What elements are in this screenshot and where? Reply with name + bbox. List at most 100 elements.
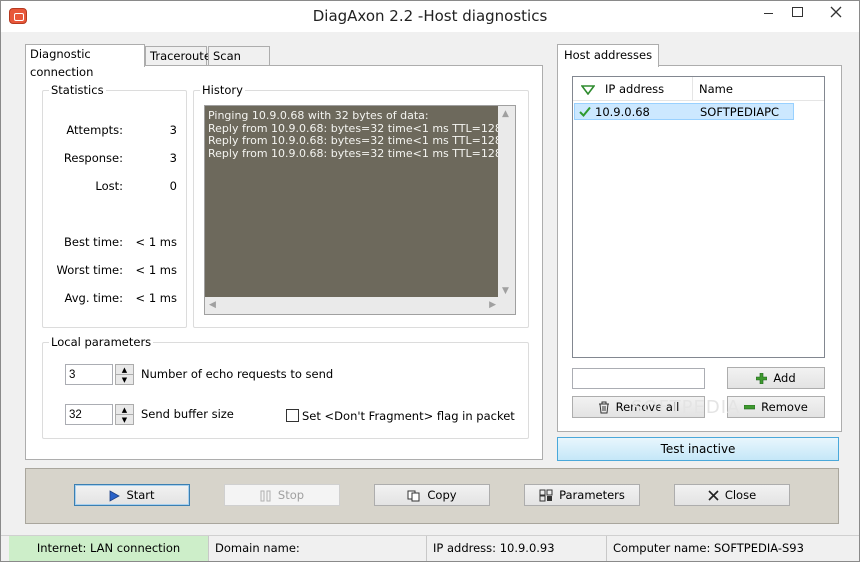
best-time-label: Best time: (64, 235, 123, 249)
scroll-up-icon[interactable]: ▲ (502, 109, 509, 119)
remove-all-button[interactable]: Remove all (572, 396, 705, 418)
scroll-corner (498, 297, 515, 314)
history-horizontal-scrollbar[interactable]: ◀ ▶ (205, 297, 500, 314)
action-panel: Start Stop Copy Parameters Close (25, 468, 839, 524)
lost-label: Lost: (95, 179, 123, 193)
pause-icon (260, 490, 271, 501)
button-label: Copy (427, 488, 457, 502)
history-text: Pinging 10.9.0.68 with 32 bytes of data:… (205, 109, 502, 160)
attempts-value: 3 (169, 123, 177, 137)
button-label: Add (773, 371, 796, 385)
attempts-label: Attempts: (66, 123, 123, 137)
check-icon (579, 106, 591, 117)
host-row[interactable]: 10.9.0.68 SOFTPEDIAPC (574, 103, 794, 120)
minus-icon (744, 405, 756, 410)
title-bar: DiagAxon 2.2 -Host diagnostics (1, 1, 859, 32)
response-label: Response: (63, 151, 123, 165)
host-name: SOFTPEDIAPC (700, 105, 780, 119)
history-line: Reply from 10.9.0.68: bytes=32 time<1 ms… (208, 134, 502, 147)
local-parameters-title: Local parameters (49, 335, 154, 349)
host-list-header: IP address Name (573, 77, 824, 101)
increment-icon[interactable]: ▲ (116, 365, 133, 375)
parameters-button[interactable]: Parameters (524, 484, 640, 506)
button-label: Close (724, 488, 757, 502)
tab-label: Traceroute (150, 49, 211, 63)
tab-host-addresses[interactable]: Host addresses (557, 44, 660, 67)
best-time-value: < 1 ms (135, 235, 177, 249)
tab-label: Host addresses (564, 48, 653, 62)
history-vertical-scrollbar[interactable]: ▲ ▼ (498, 106, 515, 299)
history-group: History Pinging 10.9.0.68 with 32 bytes … (193, 83, 529, 328)
test-status-indicator: Test inactive (557, 437, 839, 461)
settings-grid-icon (539, 489, 553, 502)
host-ip: 10.9.0.68 (595, 105, 650, 119)
button-label: Remove all (615, 400, 680, 414)
increment-icon[interactable]: ▲ (116, 405, 133, 415)
status-bar: Internet: LAN connection Domain name: IP… (1, 535, 859, 561)
app-window: DiagAxon 2.2 -Host diagnostics Diagnosti… (0, 0, 860, 562)
scroll-down-icon[interactable]: ▼ (502, 286, 509, 296)
host-addresses-panel: IP address Name 10.9.0.68 SOFTPEDIAPC Ad… (557, 65, 842, 432)
connection-status: Internet: LAN connection (9, 536, 209, 561)
echo-count-stepper[interactable]: ▲ ▼ (115, 364, 134, 385)
scroll-left-icon[interactable]: ◀ (209, 300, 216, 310)
dont-fragment-label[interactable]: Set <Don't Fragment> flag in packet (302, 409, 515, 423)
statistics-title: Statistics (49, 83, 106, 97)
button-label: Start (126, 488, 155, 502)
scroll-right-icon[interactable]: ▶ (489, 300, 496, 310)
tab-scan-ports[interactable]: Scan ports (208, 46, 270, 81)
lost-value: 0 (169, 179, 177, 193)
echo-count-input[interactable] (65, 364, 113, 385)
dont-fragment-checkbox[interactable] (286, 409, 299, 422)
domain-name-status: Domain name: (209, 536, 427, 561)
add-button[interactable]: Add (727, 367, 825, 389)
sort-down-icon (580, 84, 596, 95)
history-line: Pinging 10.9.0.68 with 32 bytes of data: (208, 109, 429, 122)
stop-button[interactable]: Stop (224, 484, 340, 506)
button-label: Remove (761, 400, 808, 414)
host-list[interactable]: IP address Name 10.9.0.68 SOFTPEDIAPC (572, 76, 825, 358)
host-address-input[interactable] (572, 368, 705, 389)
button-label: Stop (277, 488, 305, 502)
close-window-button[interactable] (813, 1, 859, 23)
statistics-group: Statistics Attempts: 3 Response: 3 Lost:… (42, 83, 187, 328)
copy-button[interactable]: Copy (374, 484, 490, 506)
buffer-size-label: Send buffer size (141, 407, 234, 421)
response-value: 3 (169, 151, 177, 165)
close-button[interactable]: Close (674, 484, 790, 506)
tab-traceroute[interactable]: Traceroute (145, 46, 211, 66)
trash-icon (598, 401, 609, 414)
close-icon (708, 490, 719, 501)
column-ip-address[interactable]: IP address (573, 77, 693, 101)
decrement-icon[interactable]: ▼ (116, 415, 133, 425)
worst-time-label: Worst time: (56, 263, 123, 277)
worst-time-value: < 1 ms (135, 263, 177, 277)
close-icon (830, 6, 842, 18)
echo-count-label: Number of echo requests to send (141, 367, 334, 381)
column-label: Name (699, 82, 733, 96)
column-label: IP address (605, 82, 665, 96)
diagnostic-panel: Statistics Attempts: 3 Response: 3 Lost:… (25, 65, 543, 460)
play-icon (110, 489, 121, 502)
copy-icon (407, 490, 420, 501)
tab-diagnostic-connection[interactable]: Diagnostic connection (25, 44, 145, 79)
start-button[interactable]: Start (74, 484, 190, 506)
history-line: Reply from 10.9.0.68: bytes=32 time<1 ms… (208, 146, 502, 160)
button-label: Parameters (559, 488, 625, 502)
buffer-size-stepper[interactable]: ▲ ▼ (115, 404, 134, 425)
column-name[interactable]: Name (693, 77, 824, 101)
window-title: DiagAxon 2.2 -Host diagnostics (312, 7, 548, 25)
history-log[interactable]: Pinging 10.9.0.68 with 32 bytes of data:… (204, 105, 516, 315)
local-parameters-group: Local parameters ▲ ▼ Number of echo requ… (42, 335, 529, 439)
buffer-size-input[interactable] (65, 404, 113, 425)
maximize-button[interactable] (781, 1, 813, 23)
remove-button[interactable]: Remove (727, 396, 825, 418)
plus-icon (756, 373, 768, 384)
decrement-icon[interactable]: ▼ (116, 375, 133, 385)
history-title: History (200, 83, 245, 97)
ip-address-status: IP address: 10.9.0.93 (427, 536, 607, 561)
avg-time-value: < 1 ms (135, 291, 177, 305)
avg-time-label: Avg. time: (64, 291, 123, 305)
computer-name-status: Computer name: SOFTPEDIA-S93 (613, 541, 804, 555)
tab-label: Diagnostic connection (30, 47, 94, 79)
